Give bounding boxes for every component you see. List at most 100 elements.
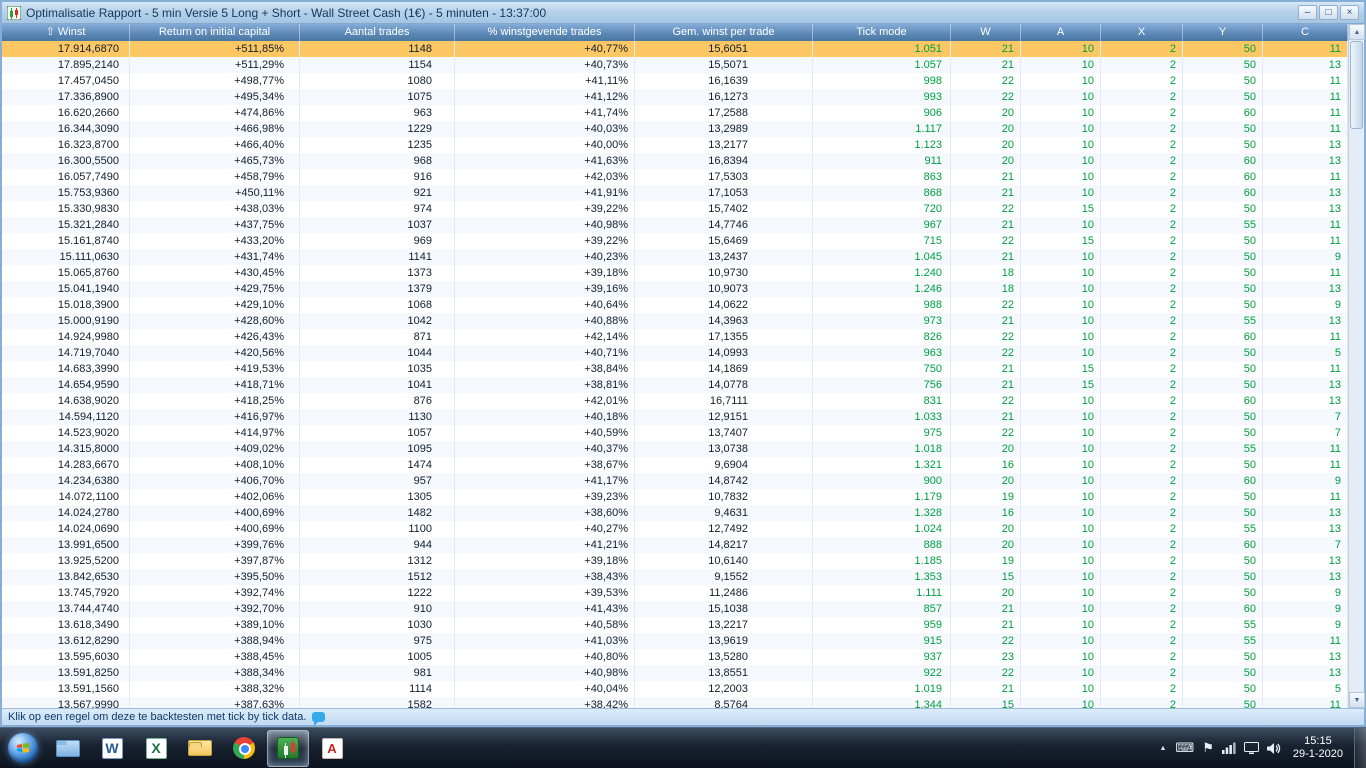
column-header-tick-mode[interactable]: Tick mode	[813, 24, 951, 41]
table-row[interactable]: 17.895,2140 +511,29% 1154 +40,73% 15,5071 1.0…	[2, 57, 1348, 73]
table-row[interactable]: 17.336,8900 +495,34% 1075 +41,12% 16,1273 993…	[2, 89, 1348, 105]
cell: 7	[1263, 425, 1348, 441]
table-row[interactable]: 15.065,8760 +430,45% 1373 +39,18% 10,9730 1.2…	[2, 265, 1348, 281]
table-row[interactable]: 16.620,2660 +474,86% 963 +41,74% 17,2588 906 2…	[2, 105, 1348, 121]
column-header-gem-winst-per-trade[interactable]: Gem. winst per trade	[635, 24, 813, 41]
taskbar-clock[interactable]: 15:15 29-1-2020	[1293, 735, 1343, 761]
table-row[interactable]: 13.595,6030 +388,45% 1005 +40,80% 13,5280 937…	[2, 649, 1348, 665]
table-row[interactable]: 13.567,9990 +387,63% 1582 +38,42% 8,5764 1.34…	[2, 697, 1348, 708]
cell: +39,53%	[455, 585, 635, 601]
table-row[interactable]: 14.283,6670 +408,10% 1474 +38,67% 9,6904 1.32…	[2, 457, 1348, 473]
taskbar-app-excel[interactable]: X	[135, 730, 177, 767]
volume-icon[interactable]	[1266, 742, 1281, 755]
hidden-icons-button[interactable]: ▲	[1150, 745, 1175, 752]
column-header-a[interactable]: A	[1021, 24, 1101, 41]
cell: 60	[1183, 601, 1263, 617]
cell: 50	[1183, 409, 1263, 425]
taskbar-app-adobe-reader[interactable]: A	[311, 730, 353, 767]
table-row[interactable]: 16.300,5500 +465,73% 968 +41,63% 16,8394 911 2…	[2, 153, 1348, 169]
taskbar-app-chrome[interactable]	[223, 730, 265, 767]
table-row[interactable]: 13.991,6500 +399,76% 944 +41,21% 14,8217 888 2…	[2, 537, 1348, 553]
column-header-w[interactable]: W	[951, 24, 1021, 41]
table-row[interactable]: 13.612,8290 +388,94% 975 +41,03% 13,9619 915 2…	[2, 633, 1348, 649]
cell: 1.344	[813, 697, 951, 708]
table-row[interactable]: 15.018,3900 +429,10% 1068 +40,64% 14,0622 988…	[2, 297, 1348, 313]
table-row[interactable]: 14.234,6380 +406,70% 957 +41,17% 14,8742 900 2…	[2, 473, 1348, 489]
table-row[interactable]: 15.161,8740 +433,20% 969 +39,22% 15,6469 715 2…	[2, 233, 1348, 249]
column-header-aantal-trades[interactable]: Aantal trades	[300, 24, 455, 41]
table-row[interactable]: 13.925,5200 +397,87% 1312 +39,18% 10,6140 1.1…	[2, 553, 1348, 569]
table-row[interactable]: 15.753,9360 +450,11% 921 +41,91% 17,1053 868 2…	[2, 185, 1348, 201]
table-row[interactable]: 14.594,1120 +416,97% 1130 +40,18% 12,9151 1.0…	[2, 409, 1348, 425]
table-row[interactable]: 15.111,0630 +431,74% 1141 +40,23% 13,2437 1.0…	[2, 249, 1348, 265]
table-row[interactable]: 15.000,9190 +428,60% 1042 +40,88% 14,3963 973…	[2, 313, 1348, 329]
taskbar-app-explorer[interactable]	[47, 730, 89, 767]
table-row[interactable]: 14.315,8000 +409,02% 1095 +40,37% 13,0738 1.0…	[2, 441, 1348, 457]
network-signal-icon[interactable]	[1221, 742, 1236, 754]
taskbar-app-trading-app[interactable]	[267, 729, 309, 767]
close-button[interactable]: ×	[1340, 5, 1359, 20]
table-row[interactable]: 14.072,1100 +402,06% 1305 +39,23% 10,7832 1.1…	[2, 489, 1348, 505]
cell: 10	[1021, 537, 1101, 553]
cell: 21	[951, 601, 1021, 617]
scroll-down-icon[interactable]: ▼	[1349, 692, 1365, 708]
minimize-button[interactable]: –	[1298, 5, 1317, 20]
taskbar-app-word[interactable]: W	[91, 730, 133, 767]
table-row[interactable]: 15.330,9830 +438,03% 974 +39,22% 15,7402 720 2…	[2, 201, 1348, 217]
table-row[interactable]: 13.618,3490 +389,10% 1030 +40,58% 13,2217 959…	[2, 617, 1348, 633]
column-header-winst[interactable]: ⇧ Winst	[2, 24, 130, 41]
cell: 13.744,4740	[2, 601, 130, 617]
table-row[interactable]: 13.744,4740 +392,70% 910 +41,43% 15,1038 857 2…	[2, 601, 1348, 617]
show-desktop-button[interactable]	[1354, 727, 1366, 768]
cell: 11	[1263, 169, 1348, 185]
table-row[interactable]: 14.719,7040 +420,56% 1044 +40,71% 14,0993 963…	[2, 345, 1348, 361]
table-row[interactable]: 14.924,9980 +426,43% 871 +42,14% 17,1355 826 2…	[2, 329, 1348, 345]
cell: 17.336,8900	[2, 89, 130, 105]
cell: 16.300,5500	[2, 153, 130, 169]
table-row[interactable]: 15.321,2840 +437,75% 1037 +40,98% 14,7746 967…	[2, 217, 1348, 233]
cell: 11	[1263, 329, 1348, 345]
cell: 1042	[300, 313, 455, 329]
display-icon[interactable]	[1243, 741, 1259, 755]
table-row[interactable]: 13.842,6530 +395,50% 1512 +38,43% 9,1552 1.35…	[2, 569, 1348, 585]
table-row-selected[interactable]: 17.914,6870 +511,85% 1148 +40,77% 15,6051 1.0…	[2, 41, 1348, 57]
titlebar[interactable]: Optimalisatie Rapport - 5 min Versie 5 L…	[2, 2, 1364, 24]
column-header-winstgevende-trades[interactable]: % winstgevende trades	[455, 24, 635, 41]
cell: 60	[1183, 153, 1263, 169]
cell: 2	[1101, 185, 1183, 201]
cell: 959	[813, 617, 951, 633]
table-row[interactable]: 14.654,9590 +418,71% 1041 +38,81% 14,0778 756…	[2, 377, 1348, 393]
table-row[interactable]: 13.591,8250 +388,34% 981 +40,98% 13,8551 922 2…	[2, 665, 1348, 681]
scroll-thumb[interactable]	[1350, 41, 1363, 129]
cell: 911	[813, 153, 951, 169]
keyboard-icon[interactable]: ⌨	[1175, 741, 1194, 755]
column-header-y[interactable]: Y	[1183, 24, 1263, 41]
column-header-x[interactable]: X	[1101, 24, 1183, 41]
cell: 11	[1263, 105, 1348, 121]
column-header-return-on-initial-capital[interactable]: Return on initial capital	[130, 24, 300, 41]
cell: 14,0778	[635, 377, 813, 393]
table-row[interactable]: 16.057,7490 +458,79% 916 +42,03% 17,5303 863 2…	[2, 169, 1348, 185]
table-row[interactable]: 13.745,7920 +392,74% 1222 +39,53% 11,2486 1.1…	[2, 585, 1348, 601]
table-row[interactable]: 16.344,3090 +466,98% 1229 +40,03% 13,2989 1.1…	[2, 121, 1348, 137]
cell: 756	[813, 377, 951, 393]
table-row[interactable]: 15.041,1940 +429,75% 1379 +39,16% 10,9073 1.2…	[2, 281, 1348, 297]
table-row[interactable]: 14.024,2780 +400,69% 1482 +38,60% 9,4631 1.32…	[2, 505, 1348, 521]
column-header-c[interactable]: C	[1263, 24, 1348, 41]
action-center-flag-icon[interactable]: ⚑	[1202, 741, 1214, 755]
cell: 14.924,9980	[2, 329, 130, 345]
cell: 14.072,1100	[2, 489, 130, 505]
table-row[interactable]: 17.457,0450 +498,77% 1080 +41,11% 16,1639 998…	[2, 73, 1348, 89]
table-row[interactable]: 14.683,3990 +419,53% 1035 +38,84% 14,1869 750…	[2, 361, 1348, 377]
table-row[interactable]: 13.591,1560 +388,32% 1114 +40,04% 12,2003 1.0…	[2, 681, 1348, 697]
table-row[interactable]: 14.024,0690 +400,69% 1100 +40,27% 12,7492 1.0…	[2, 521, 1348, 537]
scroll-up-icon[interactable]: ▲	[1349, 24, 1365, 40]
cell: 944	[300, 537, 455, 553]
vertical-scrollbar[interactable]: ▲ ▼	[1348, 24, 1365, 708]
taskbar-app-folder[interactable]	[179, 730, 221, 767]
table-row[interactable]: 16.323,8700 +466,40% 1235 +40,00% 13,2177 1.1…	[2, 137, 1348, 153]
table-row[interactable]: 14.523,9020 +414,97% 1057 +40,59% 13,7407 975…	[2, 425, 1348, 441]
table-row[interactable]: 14.638,9020 +418,25% 876 +42,01% 16,7111 831 2…	[2, 393, 1348, 409]
start-button[interactable]	[0, 728, 46, 768]
maximize-button[interactable]: □	[1319, 5, 1338, 20]
